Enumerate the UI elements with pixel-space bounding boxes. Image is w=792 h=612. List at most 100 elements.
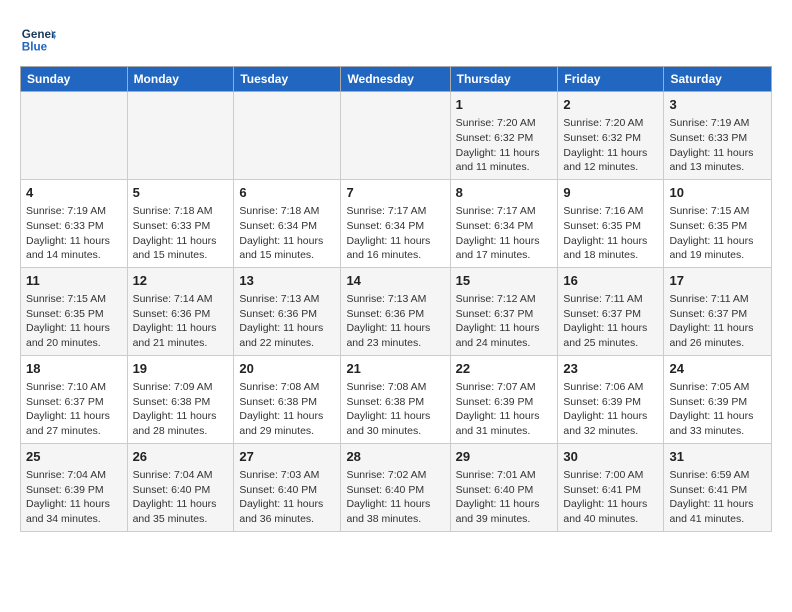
day-info: Sunrise: 7:13 AM Sunset: 6:36 PM Dayligh…	[239, 292, 335, 351]
day-info: Sunrise: 7:04 AM Sunset: 6:39 PM Dayligh…	[26, 468, 122, 527]
day-info: Sunrise: 7:05 AM Sunset: 6:39 PM Dayligh…	[669, 380, 766, 439]
day-number: 14	[346, 272, 444, 290]
calendar-week-1: 1 Sunrise: 7:20 AM Sunset: 6:32 PM Daylig…	[21, 92, 772, 180]
day-header-friday: Friday	[558, 67, 664, 92]
day-number: 17	[669, 272, 766, 290]
calendar-cell: 21Sunrise: 7:08 AM Sunset: 6:38 PM Dayli…	[341, 355, 450, 443]
day-info: Sunrise: 7:14 AM Sunset: 6:36 PM Dayligh…	[133, 292, 229, 351]
calendar-cell	[234, 92, 341, 180]
day-number: 28	[346, 448, 444, 466]
day-info: Sunrise: 7:19 AM Sunset: 6:33 PM Dayligh…	[26, 204, 122, 263]
calendar-cell: 17 Sunrise: 7:11 AM Sunset: 6:37 PM Dayli…	[664, 267, 772, 355]
day-info: Sunrise: 7:17 AM Sunset: 6:34 PM Dayligh…	[346, 204, 444, 263]
calendar-week-5: 25 Sunrise: 7:04 AM Sunset: 6:39 PM Dayli…	[21, 443, 772, 531]
calendar-cell: 28 Sunrise: 7:02 AM Sunset: 6:40 PM Dayli…	[341, 443, 450, 531]
day-info: Sunrise: 7:03 AM Sunset: 6:40 PM Dayligh…	[239, 468, 335, 527]
day-number: 18	[26, 360, 122, 378]
day-number: 4	[26, 184, 122, 202]
day-info: Sunrise: 7:15 AM Sunset: 6:35 PM Dayligh…	[669, 204, 766, 263]
calendar-cell: 30 Sunrise: 7:00 AM Sunset: 6:41 PM Dayli…	[558, 443, 664, 531]
logo: General Blue	[20, 20, 62, 56]
calendar-cell: 9Sunrise: 7:16 AM Sunset: 6:35 PM Daylig…	[558, 179, 664, 267]
day-info: Sunrise: 6:59 AM Sunset: 6:41 PM Dayligh…	[669, 468, 766, 527]
day-info: Sunrise: 7:15 AM Sunset: 6:35 PM Dayligh…	[26, 292, 122, 351]
day-header-thursday: Thursday	[450, 67, 558, 92]
calendar-cell: 11 Sunrise: 7:15 AM Sunset: 6:35 PM Dayli…	[21, 267, 128, 355]
calendar-cell: 1Sunrise: 7:20 AM Sunset: 6:32 PM Daylig…	[450, 92, 558, 180]
calendar-cell: 18 Sunrise: 7:10 AM Sunset: 6:37 PM Dayli…	[21, 355, 128, 443]
day-info: Sunrise: 7:13 AM Sunset: 6:36 PM Dayligh…	[346, 292, 444, 351]
day-number: 11	[26, 272, 122, 290]
calendar-body: 1 Sunrise: 7:20 AM Sunset: 6:32 PM Daylig…	[21, 92, 772, 532]
calendar-cell: 27 Sunrise: 7:03 AM Sunset: 6:40 PM Dayli…	[234, 443, 341, 531]
calendar-cell: 15 Sunrise: 7:12 AM Sunset: 6:37 PM Dayli…	[450, 267, 558, 355]
day-header-sunday: Sunday	[21, 67, 128, 92]
day-info: Sunrise: 7:19 AM Sunset: 6:33 PM Dayligh…	[669, 116, 766, 175]
day-number: 15	[456, 272, 553, 290]
calendar-cell	[21, 92, 128, 180]
day-number: 24	[669, 360, 766, 378]
day-info: Sunrise: 7:11 AM Sunset: 6:37 PM Dayligh…	[669, 292, 766, 351]
day-number: 6	[239, 184, 335, 202]
day-info: Sunrise: 7:16 AM Sunset: 6:35 PM Dayligh…	[563, 204, 658, 263]
day-info: Sunrise: 7:08 AM Sunset: 6:38 PM Dayligh…	[346, 380, 444, 439]
day-info: Sunrise: 7:02 AM Sunset: 6:40 PM Dayligh…	[346, 468, 444, 527]
day-number: 5	[133, 184, 229, 202]
calendar-cell: 26 Sunrise: 7:04 AM Sunset: 6:40 PM Dayli…	[127, 443, 234, 531]
calendar-header-row: SundayMondayTuesdayWednesdayThursdayFrid…	[21, 67, 772, 92]
day-info: Sunrise: 7:04 AM Sunset: 6:40 PM Dayligh…	[133, 468, 229, 527]
day-info: Sunrise: 7:01 AM Sunset: 6:40 PM Dayligh…	[456, 468, 553, 527]
calendar-table: SundayMondayTuesdayWednesdayThursdayFrid…	[20, 66, 772, 532]
day-info: Sunrise: 7:07 AM Sunset: 6:39 PM Dayligh…	[456, 380, 553, 439]
day-info: Sunrise: 7:12 AM Sunset: 6:37 PM Dayligh…	[456, 292, 553, 351]
day-number: 19	[133, 360, 229, 378]
day-info: Sunrise: 7:08 AM Sunset: 6:38 PM Dayligh…	[239, 380, 335, 439]
calendar-cell: 20Sunrise: 7:08 AM Sunset: 6:38 PM Dayli…	[234, 355, 341, 443]
calendar-week-3: 11 Sunrise: 7:15 AM Sunset: 6:35 PM Dayli…	[21, 267, 772, 355]
day-number: 16	[563, 272, 658, 290]
day-number: 3	[669, 96, 766, 114]
calendar-cell: 5 Sunrise: 7:18 AM Sunset: 6:33 PM Daylig…	[127, 179, 234, 267]
calendar-cell: 29Sunrise: 7:01 AM Sunset: 6:40 PM Dayli…	[450, 443, 558, 531]
day-header-saturday: Saturday	[664, 67, 772, 92]
day-info: Sunrise: 7:18 AM Sunset: 6:33 PM Dayligh…	[133, 204, 229, 263]
calendar-cell: 13Sunrise: 7:13 AM Sunset: 6:36 PM Dayli…	[234, 267, 341, 355]
calendar-cell: 3 Sunrise: 7:19 AM Sunset: 6:33 PM Daylig…	[664, 92, 772, 180]
day-number: 10	[669, 184, 766, 202]
calendar-week-4: 18 Sunrise: 7:10 AM Sunset: 6:37 PM Dayli…	[21, 355, 772, 443]
day-info: Sunrise: 7:09 AM Sunset: 6:38 PM Dayligh…	[133, 380, 229, 439]
day-number: 23	[563, 360, 658, 378]
day-number: 22	[456, 360, 553, 378]
calendar-cell	[341, 92, 450, 180]
calendar-cell: 14 Sunrise: 7:13 AM Sunset: 6:36 PM Dayli…	[341, 267, 450, 355]
day-number: 31	[669, 448, 766, 466]
day-number: 2	[563, 96, 658, 114]
day-info: Sunrise: 7:18 AM Sunset: 6:34 PM Dayligh…	[239, 204, 335, 263]
day-number: 27	[239, 448, 335, 466]
calendar-cell	[127, 92, 234, 180]
logo-icon: General Blue	[20, 20, 56, 56]
day-info: Sunrise: 7:11 AM Sunset: 6:37 PM Dayligh…	[563, 292, 658, 351]
day-number: 25	[26, 448, 122, 466]
calendar-cell: 2 Sunrise: 7:20 AM Sunset: 6:32 PM Daylig…	[558, 92, 664, 180]
day-number: 30	[563, 448, 658, 466]
day-info: Sunrise: 7:00 AM Sunset: 6:41 PM Dayligh…	[563, 468, 658, 527]
calendar-week-2: 4 Sunrise: 7:19 AM Sunset: 6:33 PM Daylig…	[21, 179, 772, 267]
day-header-monday: Monday	[127, 67, 234, 92]
calendar-cell: 22 Sunrise: 7:07 AM Sunset: 6:39 PM Dayli…	[450, 355, 558, 443]
svg-text:General: General	[22, 28, 56, 41]
day-header-wednesday: Wednesday	[341, 67, 450, 92]
day-info: Sunrise: 7:20 AM Sunset: 6:32 PM Dayligh…	[563, 116, 658, 175]
day-number: 8	[456, 184, 553, 202]
calendar-cell: 31 Sunrise: 6:59 AM Sunset: 6:41 PM Dayli…	[664, 443, 772, 531]
day-info: Sunrise: 7:10 AM Sunset: 6:37 PM Dayligh…	[26, 380, 122, 439]
calendar-cell: 19 Sunrise: 7:09 AM Sunset: 6:38 PM Dayli…	[127, 355, 234, 443]
day-number: 26	[133, 448, 229, 466]
calendar-cell: 8 Sunrise: 7:17 AM Sunset: 6:34 PM Daylig…	[450, 179, 558, 267]
day-info: Sunrise: 7:17 AM Sunset: 6:34 PM Dayligh…	[456, 204, 553, 263]
day-header-tuesday: Tuesday	[234, 67, 341, 92]
day-number: 1	[456, 96, 553, 114]
calendar-cell: 24 Sunrise: 7:05 AM Sunset: 6:39 PM Dayli…	[664, 355, 772, 443]
calendar-cell: 4 Sunrise: 7:19 AM Sunset: 6:33 PM Daylig…	[21, 179, 128, 267]
calendar-cell: 10 Sunrise: 7:15 AM Sunset: 6:35 PM Dayli…	[664, 179, 772, 267]
